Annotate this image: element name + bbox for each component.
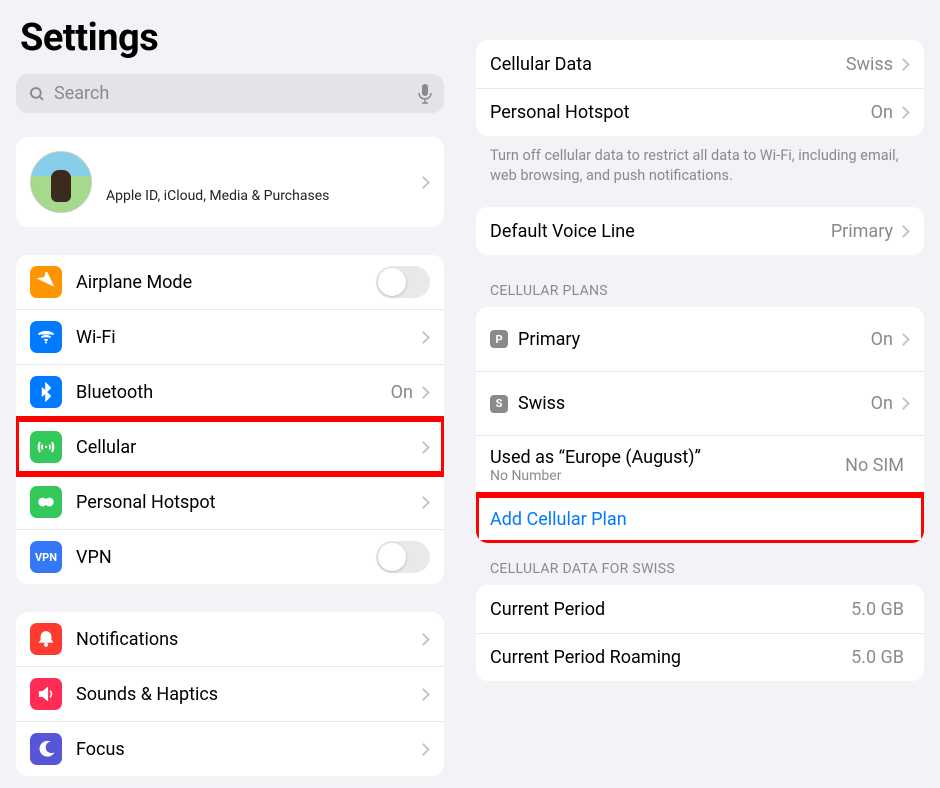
add-cellular-plan-label: Add Cellular Plan xyxy=(490,509,627,530)
plan-primary-value: On xyxy=(871,329,893,350)
current-period-row: Current Period 5.0 GB xyxy=(476,585,924,633)
notifications-row[interactable]: Notifications xyxy=(16,612,444,666)
chevron-right-icon xyxy=(897,225,910,238)
current-period-roaming-row: Current Period Roaming 5.0 GB xyxy=(476,633,924,681)
chevron-right-icon xyxy=(897,106,910,119)
cellular-icon xyxy=(30,431,62,463)
chevron-right-icon xyxy=(417,688,430,701)
sounds-row[interactable]: Sounds & Haptics xyxy=(16,666,444,721)
bluetooth-value: On xyxy=(391,382,413,403)
bluetooth-row[interactable]: Bluetooth On xyxy=(16,364,444,419)
hotspot-icon xyxy=(30,486,62,518)
focus-icon xyxy=(30,733,62,765)
chevron-right-icon xyxy=(417,441,430,454)
notifications-group: Notifications Sounds & Haptics Focus xyxy=(16,612,444,776)
bluetooth-icon xyxy=(30,376,62,408)
vpn-label: VPN xyxy=(76,547,376,568)
current-period-roaming-value: 5.0 GB xyxy=(851,647,904,668)
chevron-right-icon xyxy=(897,397,910,410)
chevron-right-icon xyxy=(417,496,430,509)
plan-europe-sub: No Number xyxy=(490,468,845,484)
connectivity-group: Airplane Mode Wi-Fi Bluetooth On Cellula… xyxy=(16,255,444,584)
cellular-label: Cellular xyxy=(76,437,419,458)
chevron-right-icon xyxy=(417,386,430,399)
cellular-data-row[interactable]: Cellular Data Swiss xyxy=(476,40,924,88)
chevron-right-icon xyxy=(897,58,910,71)
cellular-data-swiss-header: CELLULAR DATA FOR SWISS xyxy=(490,561,910,577)
cellular-detail-pane: Cellular Data Swiss Personal Hotspot On … xyxy=(460,0,940,788)
plan-europe-row[interactable]: Used as “Europe (August)” No Number No S… xyxy=(476,435,924,495)
airplane-mode-label: Airplane Mode xyxy=(76,272,376,293)
plan-swiss-label: Swiss xyxy=(518,393,871,414)
settings-left-pane: Settings Search Apple ID, iCloud, Media … xyxy=(0,0,460,788)
chevron-right-icon xyxy=(897,333,910,346)
hotspot-row[interactable]: Personal Hotspot xyxy=(16,474,444,529)
apple-id-card[interactable]: Apple ID, iCloud, Media & Purchases xyxy=(16,137,444,227)
notifications-label: Notifications xyxy=(76,629,419,650)
page-title: Settings xyxy=(20,16,444,60)
search-icon xyxy=(28,85,46,103)
wifi-icon xyxy=(30,321,62,353)
sounds-icon xyxy=(30,678,62,710)
search-placeholder: Search xyxy=(54,83,418,104)
airplane-icon xyxy=(30,266,62,298)
plan-primary-label: Primary xyxy=(518,329,871,350)
personal-hotspot-label: Personal Hotspot xyxy=(490,102,871,123)
cellular-row[interactable]: Cellular xyxy=(16,419,444,474)
cellular-usage-group: Current Period 5.0 GB Current Period Roa… xyxy=(476,585,924,681)
plan-swiss-badge: S xyxy=(490,395,508,413)
cellular-data-footer: Turn off cellular data to restrict all d… xyxy=(490,146,910,185)
chevron-right-icon xyxy=(417,331,430,344)
wifi-row[interactable]: Wi-Fi xyxy=(16,309,444,364)
chevron-right-icon xyxy=(417,633,430,646)
plan-swiss-value: On xyxy=(871,393,893,414)
cellular-data-label: Cellular Data xyxy=(490,54,846,75)
plan-europe-label: Used as “Europe (August)” xyxy=(490,447,845,468)
default-voice-group: Default Voice Line Primary xyxy=(476,207,924,255)
wifi-label: Wi-Fi xyxy=(76,327,419,348)
cellular-data-group: Cellular Data Swiss Personal Hotspot On xyxy=(476,40,924,136)
plan-swiss-row[interactable]: S Swiss On xyxy=(476,371,924,435)
focus-row[interactable]: Focus xyxy=(16,721,444,776)
default-voice-value: Primary xyxy=(831,221,893,242)
current-period-label: Current Period xyxy=(490,599,851,620)
default-voice-row[interactable]: Default Voice Line Primary xyxy=(476,207,924,255)
cellular-plans-group: P Primary On S Swiss On Used as “Europe … xyxy=(476,307,924,543)
search-input[interactable]: Search xyxy=(16,74,444,113)
chevron-right-icon xyxy=(417,743,430,756)
current-period-roaming-label: Current Period Roaming xyxy=(490,647,851,668)
vpn-row[interactable]: VPN VPN xyxy=(16,529,444,584)
plan-primary-row[interactable]: P Primary On xyxy=(476,307,924,371)
microphone-icon[interactable] xyxy=(418,84,432,104)
focus-label: Focus xyxy=(76,739,419,760)
cellular-data-value: Swiss xyxy=(846,54,893,75)
default-voice-label: Default Voice Line xyxy=(490,221,831,242)
chevron-right-icon xyxy=(417,176,430,189)
personal-hotspot-row[interactable]: Personal Hotspot On xyxy=(476,88,924,136)
sounds-label: Sounds & Haptics xyxy=(76,684,419,705)
plan-europe-value: No SIM xyxy=(845,455,904,476)
vpn-icon: VPN xyxy=(30,541,62,573)
add-cellular-plan-row[interactable]: Add Cellular Plan xyxy=(476,495,924,543)
plan-primary-badge: P xyxy=(490,330,508,348)
apple-id-subtitle: Apple ID, iCloud, Media & Purchases xyxy=(106,188,419,204)
airplane-toggle[interactable] xyxy=(376,266,430,298)
bluetooth-label: Bluetooth xyxy=(76,382,391,403)
personal-hotspot-value: On xyxy=(871,102,893,123)
vpn-toggle[interactable] xyxy=(376,541,430,573)
current-period-value: 5.0 GB xyxy=(851,599,904,620)
notifications-icon xyxy=(30,623,62,655)
airplane-mode-row[interactable]: Airplane Mode xyxy=(16,255,444,309)
hotspot-label: Personal Hotspot xyxy=(76,492,419,513)
cellular-plans-header: CELLULAR PLANS xyxy=(490,283,910,299)
avatar xyxy=(30,151,92,213)
